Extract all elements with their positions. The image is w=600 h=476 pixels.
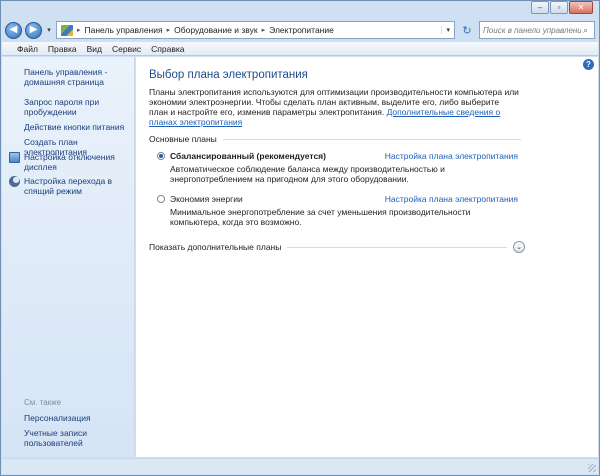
group-header-label: Основные планы xyxy=(149,134,217,144)
breadcrumb-power-options[interactable]: Электропитание xyxy=(269,25,334,35)
sidebar-item-personalization[interactable]: Персонализация xyxy=(24,413,130,423)
chevron-right-icon[interactable]: ▸ xyxy=(262,26,266,34)
address-bar[interactable]: ▸ Панель управления ▸ Оборудование и зву… xyxy=(56,21,455,39)
caption-buttons: – ▫ ✕ xyxy=(531,1,593,14)
divider xyxy=(287,246,507,248)
divider xyxy=(222,138,521,140)
plan-power-saver: Экономия энергии Настройка плана электро… xyxy=(157,194,518,227)
sidebar-item-power-button[interactable]: Действие кнопки питания xyxy=(24,122,130,132)
breadcrumb-control-panel[interactable]: Панель управления xyxy=(85,25,163,35)
sidebar-item-user-accounts[interactable]: Учетные записи пользователей xyxy=(24,428,130,448)
plan-balanced-radio[interactable] xyxy=(157,152,165,160)
plan-balanced: Сбалансированный (рекомендуется) Настрой… xyxy=(157,151,518,184)
main-content: ? Выбор плана электропитания Планы элект… xyxy=(136,57,598,457)
sidebar-home-link[interactable]: Панель управления - домашняя страница xyxy=(24,67,130,87)
sidebar: Панель управления - домашняя страница За… xyxy=(2,57,135,457)
menu-bar: Файл Правка Вид Сервис Справка xyxy=(2,42,598,56)
control-panel-window: – ▫ ✕ ◀ ▶ ▾ ▸ Панель управления ▸ Оборуд… xyxy=(0,0,600,476)
plan-power-saver-settings-link[interactable]: Настройка плана электропитания xyxy=(385,194,518,204)
window-bottom-edge xyxy=(2,458,598,474)
close-button[interactable]: ✕ xyxy=(569,1,593,14)
search-input[interactable] xyxy=(483,25,581,35)
plan-power-saver-description: Минимальное энергопотребление за счет ум… xyxy=(170,207,471,227)
chevron-right-icon[interactable]: ▸ xyxy=(77,26,81,34)
menu-tools[interactable]: Сервис xyxy=(107,44,146,54)
maximize-button[interactable]: ▫ xyxy=(550,1,568,14)
sidebar-item-sleep[interactable]: Настройка перехода в спящий режим xyxy=(24,176,130,196)
sidebar-item-wake-password[interactable]: Запрос пароля при пробуждении xyxy=(24,97,130,117)
sidebar-item-display-off[interactable]: Настройка отключения дисплея xyxy=(24,152,130,172)
chevron-down-icon[interactable]: ⌄ xyxy=(513,241,525,253)
plan-balanced-description: Автоматическое соблюдение баланса между … xyxy=(170,164,445,184)
menu-help[interactable]: Справка xyxy=(146,44,189,54)
intro-text: Планы электропитания используются для оп… xyxy=(149,87,519,127)
plan-power-saver-radio[interactable] xyxy=(157,195,165,203)
address-dropdown[interactable]: ▾ xyxy=(441,26,450,34)
back-button[interactable]: ◀ xyxy=(5,21,22,39)
refresh-button[interactable]: ↻ xyxy=(458,21,476,39)
moon-icon xyxy=(9,176,20,187)
chevron-right-icon[interactable]: ▸ xyxy=(167,26,171,34)
menu-file[interactable]: Файл xyxy=(12,44,43,54)
breadcrumb-hardware-sound[interactable]: Оборудование и звук xyxy=(174,25,257,35)
see-also-heading: См. также xyxy=(24,398,62,407)
plan-balanced-settings-link[interactable]: Настройка плана электропитания xyxy=(385,151,518,161)
minimize-button[interactable]: – xyxy=(531,1,549,14)
recent-pages-dropdown[interactable]: ▾ xyxy=(45,26,53,34)
help-icon[interactable]: ? xyxy=(583,59,594,70)
show-more-plans-label[interactable]: Показать дополнительные планы xyxy=(149,242,281,252)
plan-power-saver-name[interactable]: Экономия энергии xyxy=(170,194,385,204)
plan-balanced-name[interactable]: Сбалансированный (рекомендуется) xyxy=(170,151,385,161)
show-more-plans[interactable]: Показать дополнительные планы ⌄ xyxy=(149,241,525,253)
resize-grip[interactable] xyxy=(588,464,596,472)
address-row: ◀ ▶ ▾ ▸ Панель управления ▸ Оборудование… xyxy=(5,19,595,41)
plans-group-header: Основные планы xyxy=(149,134,521,144)
control-panel-icon xyxy=(61,24,73,36)
page-title: Выбор плана электропитания xyxy=(149,69,308,81)
search-icon[interactable]: ⌕ xyxy=(583,25,588,36)
search-box[interactable]: ⌕ xyxy=(479,21,595,39)
forward-button[interactable]: ▶ xyxy=(25,21,42,39)
monitor-icon xyxy=(9,152,20,163)
menu-edit[interactable]: Правка xyxy=(43,44,82,54)
menu-view[interactable]: Вид xyxy=(82,44,107,54)
